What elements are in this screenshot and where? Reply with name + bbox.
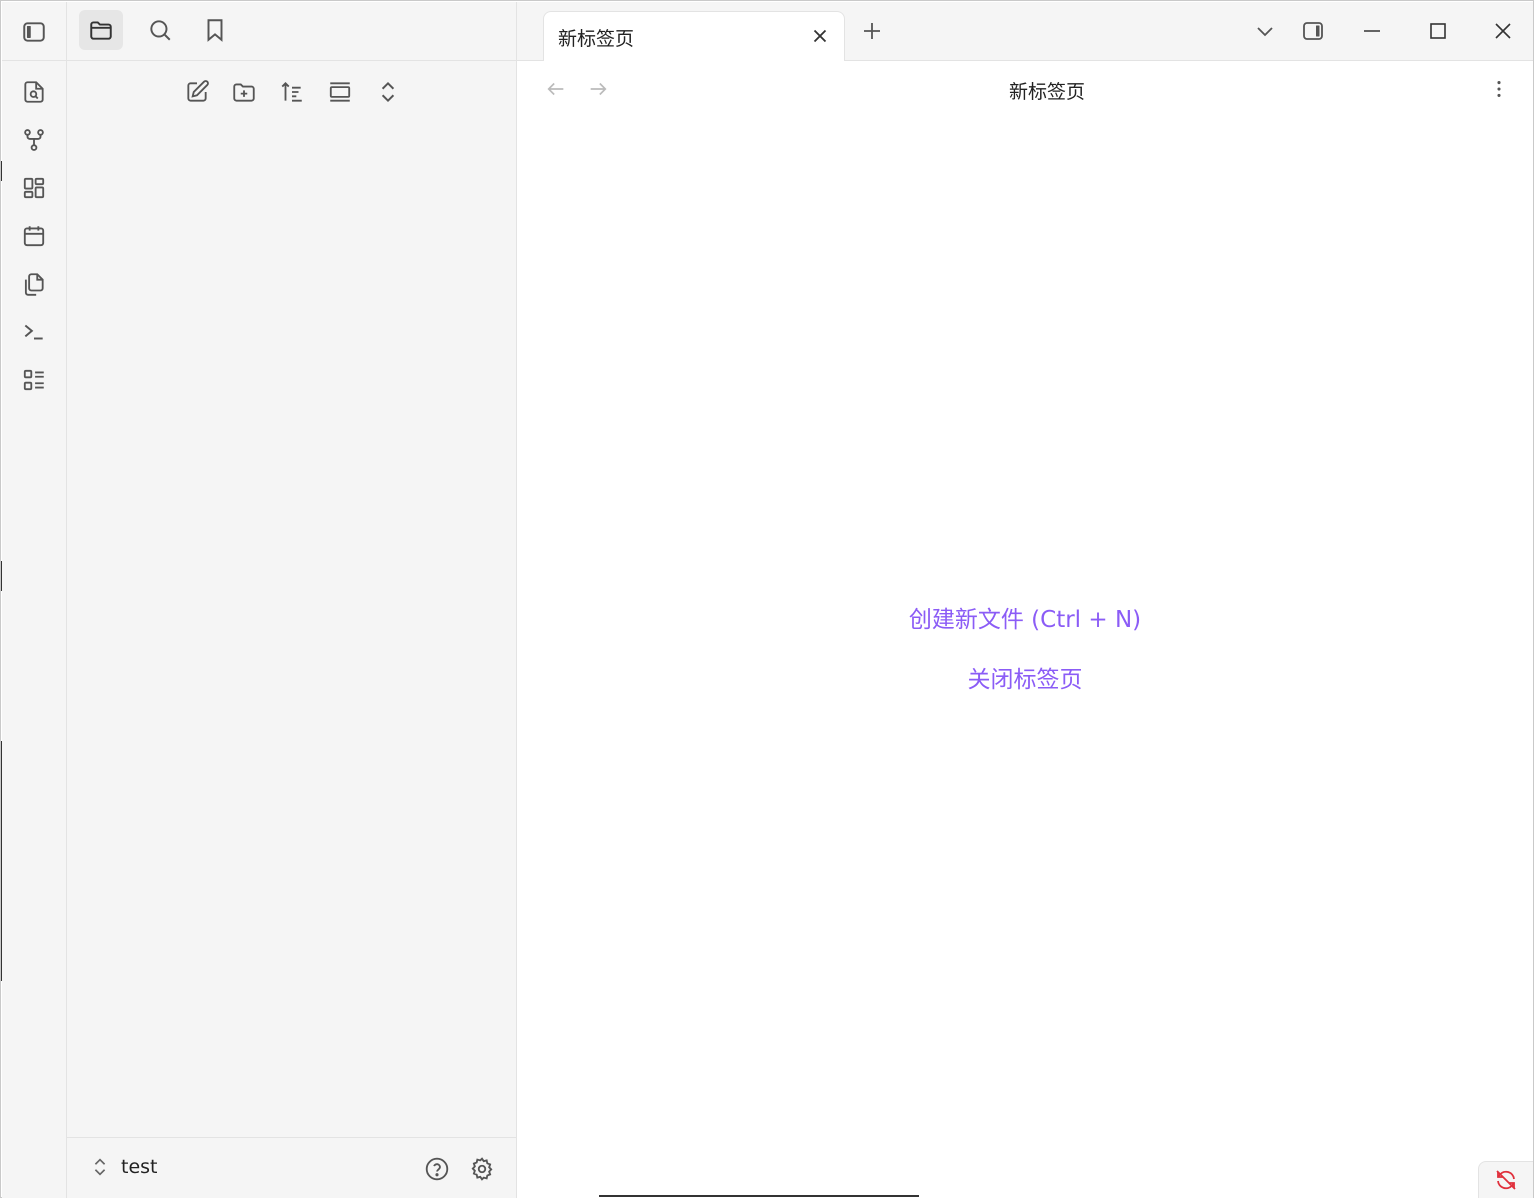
- close-icon: [1495, 23, 1511, 39]
- help-button[interactable]: [420, 1152, 454, 1186]
- edit-icon: [187, 80, 209, 102]
- minimize-icon: [1364, 30, 1380, 32]
- ribbon-outline[interactable]: [14, 360, 54, 400]
- copy-icon: [24, 273, 44, 296]
- settings-button[interactable]: [465, 1152, 499, 1186]
- sort-button[interactable]: [272, 72, 312, 112]
- vault-name: test: [121, 1156, 158, 1178]
- vault-switcher[interactable]: test: [89, 1156, 158, 1178]
- maximize-icon: [1430, 23, 1446, 39]
- tab-list-dropdown[interactable]: [1248, 14, 1282, 48]
- sidebar-right-icon: [1303, 22, 1323, 40]
- file-search-icon: [24, 81, 44, 103]
- tab-new-tab[interactable]: 新标签页: [543, 11, 845, 61]
- git-fork-icon: [24, 129, 44, 151]
- more-vertical-icon: [1497, 81, 1501, 97]
- list-icon: [23, 369, 44, 391]
- new-tab-button[interactable]: [855, 14, 889, 48]
- ribbon: [2, 2, 67, 1198]
- tab-bar: 新标签页: [517, 2, 1533, 61]
- ribbon-command-palette[interactable]: [14, 312, 54, 352]
- main-workspace: 新标签页 新标签页 创建新文件 (Ctrl + N) 关闭标签页: [517, 2, 1533, 1198]
- tab-search[interactable]: [138, 10, 182, 50]
- ribbon-canvas[interactable]: [14, 168, 54, 208]
- ribbon-graph-view[interactable]: [14, 120, 54, 160]
- terminal-icon: [24, 324, 43, 340]
- folder-plus-icon: [233, 83, 255, 102]
- tab-title: 新标签页: [558, 28, 635, 50]
- left-sidebar: test: [67, 2, 517, 1198]
- ribbon-daily-note[interactable]: [14, 216, 54, 256]
- gear-icon: [471, 1157, 493, 1181]
- close-icon: [813, 29, 827, 43]
- new-note-button[interactable]: [177, 72, 217, 112]
- app-window: test 新标签页 新标签页 创建新文件 (Ctrl + N) 关闭标签页: [0, 0, 1534, 1198]
- view-header: 新标签页: [517, 61, 1533, 117]
- empty-state-actions: 创建新文件 (Ctrl + N) 关闭标签页: [517, 600, 1533, 720]
- sidebar-left-icon: [23, 22, 45, 42]
- tab-bookmarks[interactable]: [193, 10, 237, 50]
- more-options-button[interactable]: [1485, 75, 1513, 103]
- tab-close-button[interactable]: [806, 22, 834, 50]
- help-circle-icon: [425, 1157, 449, 1181]
- reveal-icon: [329, 82, 351, 102]
- window-bottom-artifact: [599, 1195, 919, 1197]
- folder-icon: [90, 21, 112, 40]
- ribbon-quick-switcher[interactable]: [14, 72, 54, 112]
- sidebar-footer: test: [67, 1137, 516, 1198]
- chevron-down-icon: [1257, 27, 1273, 37]
- window-minimize-button[interactable]: [1355, 14, 1389, 48]
- right-sidebar-toggle[interactable]: [1296, 14, 1330, 48]
- sidebar-tab-header: [67, 2, 516, 61]
- sort-icon: [281, 82, 302, 102]
- sync-off-icon: [1496, 1170, 1516, 1190]
- calendar-icon: [23, 226, 45, 247]
- ribbon-header: [2, 2, 66, 61]
- plus-icon: [864, 23, 880, 39]
- window-close-button[interactable]: [1486, 14, 1520, 48]
- view-title: 新标签页: [1008, 81, 1085, 103]
- bookmark-icon: [207, 19, 223, 42]
- window-maximize-button[interactable]: [1421, 14, 1455, 48]
- chevrons-up-down-icon: [381, 81, 395, 103]
- close-tab-link[interactable]: 关闭标签页: [517, 660, 1533, 694]
- chevrons-up-down-icon: [94, 1158, 106, 1176]
- create-new-file-link[interactable]: 创建新文件 (Ctrl + N): [517, 600, 1533, 634]
- sync-status[interactable]: [1478, 1161, 1533, 1198]
- search-icon: [150, 20, 171, 41]
- new-folder-button[interactable]: [224, 72, 264, 112]
- tab-files[interactable]: [79, 10, 123, 50]
- ribbon-templates[interactable]: [14, 264, 54, 304]
- sidebar-toggle-button[interactable]: [14, 12, 54, 52]
- layout-grid-icon: [23, 177, 45, 199]
- collapse-all-button[interactable]: [368, 72, 408, 112]
- auto-reveal-button[interactable]: [320, 72, 360, 112]
